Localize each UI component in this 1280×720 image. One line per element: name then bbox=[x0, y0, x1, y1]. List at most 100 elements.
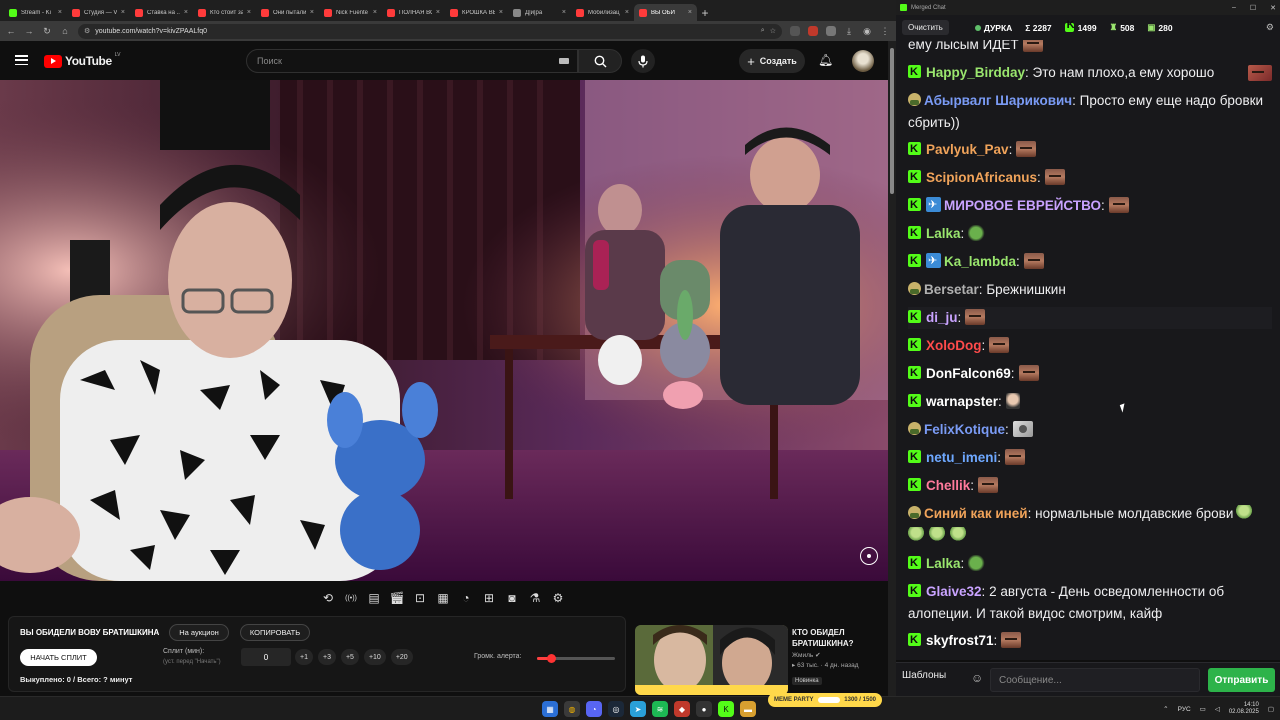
extension-icon[interactable] bbox=[808, 26, 818, 36]
templates-button[interactable]: Шаблоны bbox=[902, 670, 946, 681]
url-field[interactable]: ⚙ youtube.com/watch?v=kivZPAALfq0 ⌕ ☆ bbox=[78, 23, 782, 39]
copy-button[interactable]: КОПИРОВАТЬ bbox=[240, 624, 310, 641]
camera-icon[interactable]: ◙ bbox=[504, 590, 520, 606]
telegram-icon[interactable]: ➤ bbox=[630, 701, 646, 717]
clapper-icon[interactable]: 🎬︎ bbox=[389, 590, 405, 606]
broadcast-icon[interactable]: ((•)) bbox=[343, 590, 359, 606]
volume-icon[interactable]: ◁ bbox=[1215, 705, 1220, 713]
browser-tab[interactable]: Nick Fuente × bbox=[319, 4, 382, 21]
steam-icon[interactable]: ◎ bbox=[608, 701, 624, 717]
chat-username[interactable]: warnapster bbox=[926, 394, 998, 409]
start-split-button[interactable]: НАЧАТЬ СПЛИТ bbox=[20, 649, 97, 666]
chat-messages[interactable]: ему лысым ИДЕТ Happy_Birdday: Это нам пло… bbox=[896, 40, 1280, 660]
voice-search-button[interactable] bbox=[631, 49, 655, 73]
add-icon[interactable]: ⊞ bbox=[481, 590, 497, 606]
browser-tab[interactable]: Stream - Ki × bbox=[4, 4, 67, 21]
minimize-button[interactable]: – bbox=[1232, 4, 1236, 12]
browser-tab[interactable]: ПОЛНАЯ ВС × bbox=[382, 4, 445, 21]
profile-icon[interactable]: ◉ bbox=[862, 26, 872, 37]
browser-tab[interactable]: КРОШКА ВЕ × bbox=[445, 4, 508, 21]
split-increment-button[interactable]: +20 bbox=[390, 649, 413, 665]
tab-close-icon[interactable]: × bbox=[184, 9, 188, 16]
chat-username[interactable]: Ka_lambda bbox=[944, 254, 1016, 269]
chat-username[interactable]: Bersetar bbox=[924, 282, 979, 297]
start-icon[interactable]: ▦ bbox=[542, 701, 558, 717]
browser-tab[interactable]: Кто стоит за × bbox=[193, 4, 256, 21]
notifications-icon[interactable]: ▢ bbox=[1268, 705, 1274, 713]
chat-username[interactable]: МИРОВОЕ ЕВРЕЙСТВО bbox=[944, 198, 1101, 213]
chat-message[interactable]: Абырвалг Шарикович: Просто ему еще надо … bbox=[908, 90, 1272, 134]
keyboard-icon[interactable] bbox=[559, 58, 569, 64]
clear-chat-button[interactable]: Очистить bbox=[902, 20, 949, 35]
obs-icon[interactable]: ● bbox=[696, 701, 712, 717]
tab-close-icon[interactable]: × bbox=[247, 9, 251, 16]
split-increment-button[interactable]: +5 bbox=[340, 649, 359, 665]
discord-icon[interactable]: ◔ bbox=[586, 701, 602, 717]
chat-message[interactable]: warnapster: bbox=[908, 390, 1272, 413]
chat-message[interactable]: XoloDog: bbox=[908, 334, 1272, 357]
speed-icon[interactable]: ◔ bbox=[458, 590, 474, 606]
chat-settings-icon[interactable]: ⚙ bbox=[1266, 22, 1274, 33]
autoplay-settings-icon[interactable] bbox=[860, 547, 878, 565]
back-icon[interactable]: ← bbox=[6, 26, 16, 36]
chat-message-input[interactable]: Сообщение... bbox=[990, 668, 1200, 692]
send-button[interactable]: Отправить bbox=[1208, 668, 1275, 692]
split-increment-button[interactable]: +3 bbox=[317, 649, 336, 665]
extension-icon[interactable] bbox=[826, 26, 836, 36]
tab-close-icon[interactable]: × bbox=[625, 9, 629, 16]
chat-username[interactable]: netu_imeni bbox=[926, 450, 997, 465]
page-scrollbar-thumb[interactable] bbox=[890, 48, 894, 194]
emoji-picker-icon[interactable]: ☺ bbox=[971, 671, 983, 685]
split-increment-button[interactable]: +10 bbox=[363, 649, 386, 665]
flask-icon[interactable]: ⚗ bbox=[527, 590, 543, 606]
chat-message[interactable]: Bersetar: Брежнишкин bbox=[908, 279, 1272, 301]
chat-username[interactable]: ScipionAfricanus bbox=[926, 170, 1037, 185]
chat-message[interactable]: Ka_lambda: bbox=[908, 250, 1272, 273]
browser-tab[interactable]: Мобилизац × bbox=[571, 4, 634, 21]
tab-close-icon[interactable]: × bbox=[373, 9, 377, 16]
recommended-channel[interactable]: Жмиль ✔ bbox=[792, 651, 884, 659]
chat-message[interactable]: Happy_Birdday: Это нам плохо,а ему хорош… bbox=[908, 61, 1272, 84]
chat-username[interactable]: Абырвалг Шарикович bbox=[924, 93, 1072, 108]
crop-icon[interactable]: ⊡ bbox=[412, 590, 428, 606]
chat-username[interactable]: Pavlyuk_Pav bbox=[926, 142, 1009, 157]
chrome-icon[interactable]: ◍ bbox=[564, 701, 580, 717]
recommended-video-meta[interactable]: КТО ОБИДЕЛ БРАТИШКИНА? Жмиль ✔ ▸ 63 тыс.… bbox=[792, 627, 884, 687]
youtube-logo[interactable]: YouTube LV bbox=[44, 52, 121, 68]
search-input[interactable]: Поиск bbox=[246, 49, 578, 73]
recommended-video-thumbnail[interactable] bbox=[635, 625, 788, 695]
chat-message[interactable]: Chellik: bbox=[908, 474, 1272, 497]
alert-volume-knob[interactable] bbox=[547, 654, 557, 663]
chat-message[interactable]: Lalka: bbox=[908, 222, 1272, 245]
gear-icon[interactable]: ⚙ bbox=[550, 590, 566, 606]
chat-username[interactable]: Happy_Birdday bbox=[926, 65, 1025, 80]
bookmark-star-icon[interactable]: ☆ bbox=[770, 27, 776, 35]
film-icon[interactable]: ▦ bbox=[435, 590, 451, 606]
chat-message[interactable]: netu_imeni: bbox=[908, 446, 1272, 469]
notifications-bell-icon[interactable]: 🔔︎ bbox=[818, 53, 833, 67]
on-auction-button[interactable]: На аукцион bbox=[169, 624, 229, 641]
network-icon[interactable]: ▭ bbox=[1200, 705, 1206, 713]
chat-username[interactable]: Lalka bbox=[926, 556, 961, 571]
tab-close-icon[interactable]: × bbox=[499, 9, 503, 16]
split-minutes-input[interactable]: 0 bbox=[241, 648, 291, 666]
chat-message[interactable]: ему лысым ИДЕТ bbox=[908, 40, 1272, 56]
chat-message[interactable]: FelixKotique: bbox=[908, 419, 1272, 441]
hamburger-menu-icon[interactable] bbox=[15, 55, 28, 65]
spotify-icon[interactable]: ≋ bbox=[652, 701, 668, 717]
tab-close-icon[interactable]: × bbox=[58, 9, 62, 16]
chat-message[interactable]: skyfrost71: bbox=[908, 629, 1272, 652]
tab-close-icon[interactable]: × bbox=[562, 9, 566, 16]
kick-alert-widget[interactable]: MEME PARTY 1300 / 1500 bbox=[768, 693, 882, 707]
recommended-video-title[interactable]: КТО ОБИДЕЛ БРАТИШКИНА? bbox=[792, 627, 884, 649]
browser-tab[interactable]: Ставка на ... × bbox=[130, 4, 193, 21]
new-tab-button[interactable]: + bbox=[697, 4, 713, 21]
chat-message[interactable]: Glaive32: 2 августа - День осведомленнос… bbox=[908, 580, 1272, 625]
tab-close-icon[interactable]: × bbox=[310, 9, 314, 16]
chat-message[interactable]: Синий как иней: нормальные молдавские бр… bbox=[908, 503, 1272, 547]
maximize-button[interactable]: ☐ bbox=[1250, 4, 1256, 12]
split-increment-button[interactable]: +1 bbox=[295, 649, 313, 665]
browser-tab[interactable]: Они пытали × bbox=[256, 4, 319, 21]
tab-close-icon[interactable]: × bbox=[688, 9, 692, 16]
chat-message[interactable]: DonFalcon69: bbox=[908, 362, 1272, 385]
